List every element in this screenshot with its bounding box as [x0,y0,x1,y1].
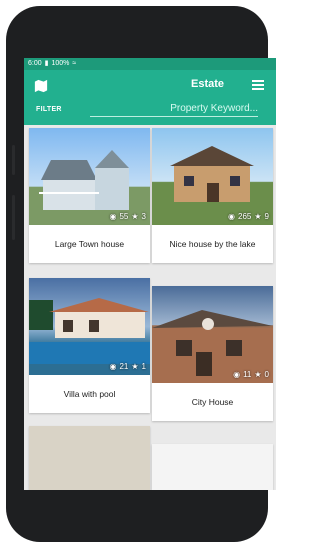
listing-title: Nice house by the lake [169,239,256,249]
eye-icon: ◉ [109,212,117,221]
listing-card[interactable]: ◉ 55 ★ 3 Large Town house [29,128,150,263]
time-text: 6:00 [28,60,42,67]
status-bar: 6:00 ▮ 100% ≈ [24,58,276,70]
listing-stats: ◉ 11 ★ 0 [233,370,269,379]
battery-icon: ▮ [44,60,49,67]
menu-icon[interactable] [252,80,264,90]
listing-title: Large Town house [54,239,125,249]
listing-title: Villa with pool [63,389,116,399]
star-count: 1 [141,362,146,371]
star-icon: ★ [254,370,262,379]
search-input[interactable] [90,101,258,117]
wifi-icon: ≈ [72,60,77,67]
listing-grid: ◉ 55 ★ 3 Large Town house ◉ 265 ★ 9 Nice… [24,125,276,490]
eye-icon: ◉ [109,362,117,371]
listing-card-partial[interactable] [152,444,273,490]
listing-stats: ◉ 21 ★ 1 [109,362,146,371]
star-count: 9 [264,212,269,221]
filter-button[interactable]: FILTER [36,106,62,113]
star-count: 3 [141,212,146,221]
listing-card[interactable]: ◉ 21 ★ 1 Villa with pool [29,278,150,413]
listing-photo: ◉ 11 ★ 0 [152,286,273,383]
view-count: 55 [119,212,129,221]
view-count: 11 [243,370,252,379]
phone-side-button [12,195,15,240]
view-count: 265 [238,212,252,221]
star-icon: ★ [131,212,139,221]
app-title: Estate [191,78,225,90]
listing-card[interactable]: ◉ 265 ★ 9 Nice house by the lake [152,128,273,263]
listing-stats: ◉ 265 ★ 9 [228,212,269,221]
listing-card-partial[interactable] [29,426,150,490]
app-bar: Estate FILTER [24,70,276,125]
map-icon[interactable] [34,79,48,93]
view-count: 21 [119,362,129,371]
eye-icon: ◉ [228,212,236,221]
star-count: 0 [264,370,269,379]
listing-photo: ◉ 55 ★ 3 [29,128,150,225]
phone-side-button [12,145,15,175]
app-screen: 6:00 ▮ 100% ≈ Estate FILTER ◉ [24,58,276,490]
star-icon: ★ [254,212,262,221]
listing-stats: ◉ 55 ★ 3 [109,212,146,221]
listing-title: City House [191,397,234,407]
star-icon: ★ [131,362,139,371]
eye-icon: ◉ [233,370,241,379]
listing-card[interactable]: ◉ 11 ★ 0 City House [152,286,273,421]
battery-text: 100% [51,60,70,67]
listing-photo: ◉ 265 ★ 9 [152,128,273,225]
listing-photo: ◉ 21 ★ 1 [29,278,150,375]
